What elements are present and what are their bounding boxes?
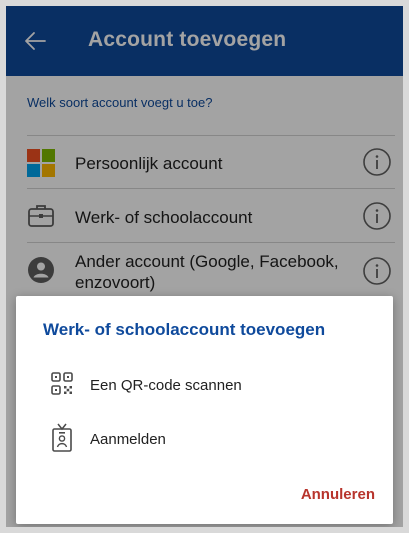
app-frame: Account toevoegen Welk soort account voe… [6,6,403,527]
option-label: Aanmelden [90,431,166,448]
add-work-account-dialog: Werk- of schoolaccount toevoegen Een QR-… [16,296,393,524]
id-badge-icon [52,423,72,452]
option-scan-qr-code[interactable]: Een QR-code scannen [16,364,393,404]
qr-code-icon [51,372,73,395]
option-label: Een QR-code scannen [90,377,242,394]
cancel-button[interactable]: Annuleren [301,486,375,503]
dialog-title: Werk- of schoolaccount toevoegen [43,320,326,339]
option-sign-in[interactable]: Aanmelden [16,419,393,459]
